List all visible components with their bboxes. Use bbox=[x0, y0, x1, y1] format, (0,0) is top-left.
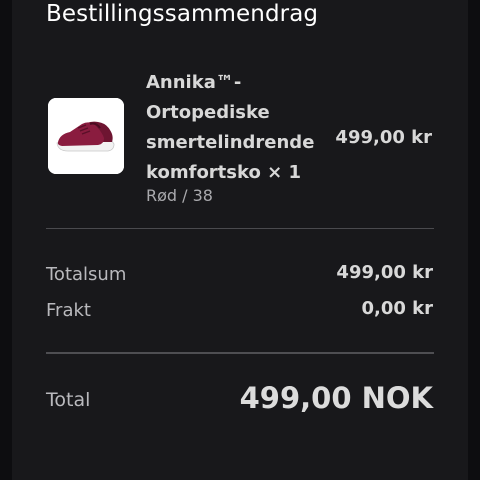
product-price: 499,00 kr bbox=[335, 127, 432, 148]
product-thumbnail bbox=[48, 98, 124, 174]
shipping-label: Frakt bbox=[46, 300, 91, 321]
subtotal-label: Totalsum bbox=[46, 264, 127, 285]
sneaker-image bbox=[48, 98, 124, 174]
shipping-value: 0,00 kr bbox=[361, 298, 433, 319]
divider bbox=[46, 352, 434, 354]
product-variant: Rød / 38 bbox=[146, 186, 213, 205]
subtotal-value: 499,00 kr bbox=[336, 262, 433, 283]
total-value: 499,00 NOK bbox=[239, 381, 433, 415]
divider bbox=[46, 228, 434, 229]
product-name: Annika™- Ortopediske smertelindrende kom… bbox=[146, 72, 315, 183]
order-summary-title: Bestillingssammendrag bbox=[46, 1, 319, 27]
total-label: Total bbox=[46, 389, 91, 411]
